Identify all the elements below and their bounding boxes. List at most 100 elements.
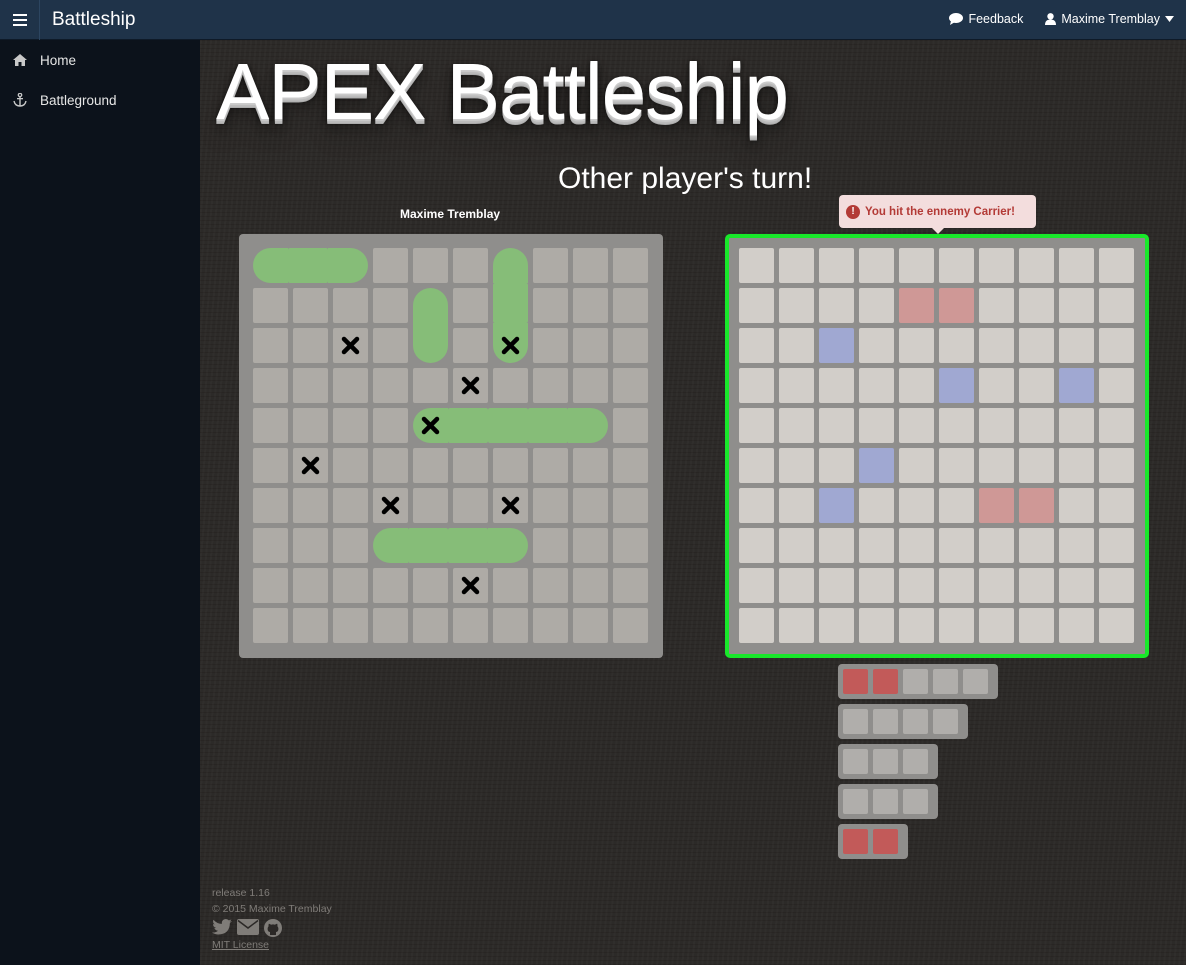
enemy-cell[interactable] <box>939 328 974 363</box>
enemy-cell[interactable] <box>979 328 1014 363</box>
enemy-cell-hit[interactable] <box>1019 488 1054 523</box>
enemy-cell-hit[interactable] <box>939 288 974 323</box>
enemy-cell[interactable] <box>939 568 974 603</box>
enemy-cell-miss[interactable] <box>819 488 854 523</box>
enemy-cell[interactable] <box>739 248 774 283</box>
enemy-cell[interactable] <box>979 608 1014 643</box>
enemy-cell[interactable] <box>979 368 1014 403</box>
enemy-cell[interactable] <box>859 488 894 523</box>
enemy-cell[interactable] <box>979 288 1014 323</box>
enemy-cell[interactable] <box>1059 288 1094 323</box>
enemy-cell[interactable] <box>739 528 774 563</box>
enemy-cell[interactable] <box>1019 528 1054 563</box>
enemy-cell[interactable] <box>819 408 854 443</box>
enemy-cell[interactable] <box>739 568 774 603</box>
enemy-cell[interactable] <box>859 248 894 283</box>
menu-toggle-button[interactable] <box>0 0 40 40</box>
enemy-cell[interactable] <box>779 328 814 363</box>
enemy-cell[interactable] <box>779 248 814 283</box>
enemy-cell[interactable] <box>1019 408 1054 443</box>
enemy-cell[interactable] <box>1099 448 1134 483</box>
user-menu[interactable]: Maxime Tremblay <box>1045 12 1174 26</box>
enemy-cell[interactable] <box>739 608 774 643</box>
enemy-cell[interactable] <box>1019 248 1054 283</box>
enemy-cell[interactable] <box>1059 608 1094 643</box>
enemy-cell[interactable] <box>1059 328 1094 363</box>
github-icon[interactable] <box>264 919 282 937</box>
enemy-cell[interactable] <box>899 608 934 643</box>
twitter-icon[interactable] <box>212 919 232 935</box>
enemy-cell[interactable] <box>1019 608 1054 643</box>
enemy-cell-hit[interactable] <box>899 288 934 323</box>
enemy-cell[interactable] <box>819 608 854 643</box>
enemy-cell[interactable] <box>1059 488 1094 523</box>
enemy-cell[interactable] <box>1019 568 1054 603</box>
enemy-cell[interactable] <box>779 368 814 403</box>
enemy-cell[interactable] <box>1059 248 1094 283</box>
enemy-cell[interactable] <box>859 608 894 643</box>
enemy-cell[interactable] <box>979 248 1014 283</box>
enemy-cell[interactable] <box>1099 528 1134 563</box>
mit-license-link[interactable]: MIT License <box>212 939 269 951</box>
enemy-cell[interactable] <box>739 328 774 363</box>
enemy-cell[interactable] <box>899 368 934 403</box>
enemy-cell[interactable] <box>1099 368 1134 403</box>
enemy-cell[interactable] <box>1059 568 1094 603</box>
enemy-cell[interactable] <box>739 488 774 523</box>
enemy-cell[interactable] <box>779 408 814 443</box>
enemy-cell[interactable] <box>779 568 814 603</box>
enemy-cell[interactable] <box>939 488 974 523</box>
enemy-cell[interactable] <box>739 288 774 323</box>
enemy-cell[interactable] <box>899 568 934 603</box>
enemy-cell[interactable] <box>939 608 974 643</box>
enemy-cell[interactable] <box>739 408 774 443</box>
enemy-cell[interactable] <box>1099 568 1134 603</box>
enemy-cell[interactable] <box>899 448 934 483</box>
enemy-cell[interactable] <box>1099 408 1134 443</box>
brand-title[interactable]: Battleship <box>52 9 135 31</box>
enemy-cell[interactable] <box>1059 528 1094 563</box>
enemy-cell[interactable] <box>819 448 854 483</box>
enemy-cell[interactable] <box>859 328 894 363</box>
enemy-cell-miss[interactable] <box>1059 368 1094 403</box>
enemy-cell[interactable] <box>1099 488 1134 523</box>
enemy-cell[interactable] <box>1019 288 1054 323</box>
enemy-cell[interactable] <box>939 248 974 283</box>
enemy-cell[interactable] <box>899 488 934 523</box>
enemy-cell[interactable] <box>939 528 974 563</box>
enemy-cell[interactable] <box>859 408 894 443</box>
email-icon[interactable] <box>237 919 259 935</box>
feedback-link[interactable]: Feedback <box>949 12 1023 26</box>
enemy-cell[interactable] <box>779 448 814 483</box>
enemy-cell[interactable] <box>899 328 934 363</box>
enemy-cell[interactable] <box>779 608 814 643</box>
enemy-cell[interactable] <box>819 248 854 283</box>
enemy-cell[interactable] <box>859 528 894 563</box>
sidebar-item-home[interactable]: Home <box>0 40 200 80</box>
enemy-cell[interactable] <box>979 448 1014 483</box>
enemy-cell[interactable] <box>1099 608 1134 643</box>
enemy-cell-miss[interactable] <box>859 448 894 483</box>
enemy-cell-hit[interactable] <box>979 488 1014 523</box>
enemy-cell[interactable] <box>859 568 894 603</box>
enemy-cell[interactable] <box>899 408 934 443</box>
enemy-cell[interactable] <box>819 288 854 323</box>
enemy-cell[interactable] <box>1059 408 1094 443</box>
enemy-cell[interactable] <box>979 408 1014 443</box>
enemy-cell[interactable] <box>1019 368 1054 403</box>
enemy-cell[interactable] <box>1099 288 1134 323</box>
enemy-cell[interactable] <box>779 488 814 523</box>
enemy-cell[interactable] <box>859 368 894 403</box>
enemy-cell[interactable] <box>1019 328 1054 363</box>
enemy-cell[interactable] <box>819 368 854 403</box>
enemy-cell[interactable] <box>819 568 854 603</box>
enemy-cell[interactable] <box>819 528 854 563</box>
enemy-cell-miss[interactable] <box>819 328 854 363</box>
enemy-cell[interactable] <box>939 448 974 483</box>
enemy-cell-miss[interactable] <box>939 368 974 403</box>
enemy-cell[interactable] <box>739 368 774 403</box>
enemy-cell[interactable] <box>779 528 814 563</box>
enemy-cell[interactable] <box>1059 448 1094 483</box>
enemy-cell[interactable] <box>739 448 774 483</box>
enemy-cell[interactable] <box>899 248 934 283</box>
